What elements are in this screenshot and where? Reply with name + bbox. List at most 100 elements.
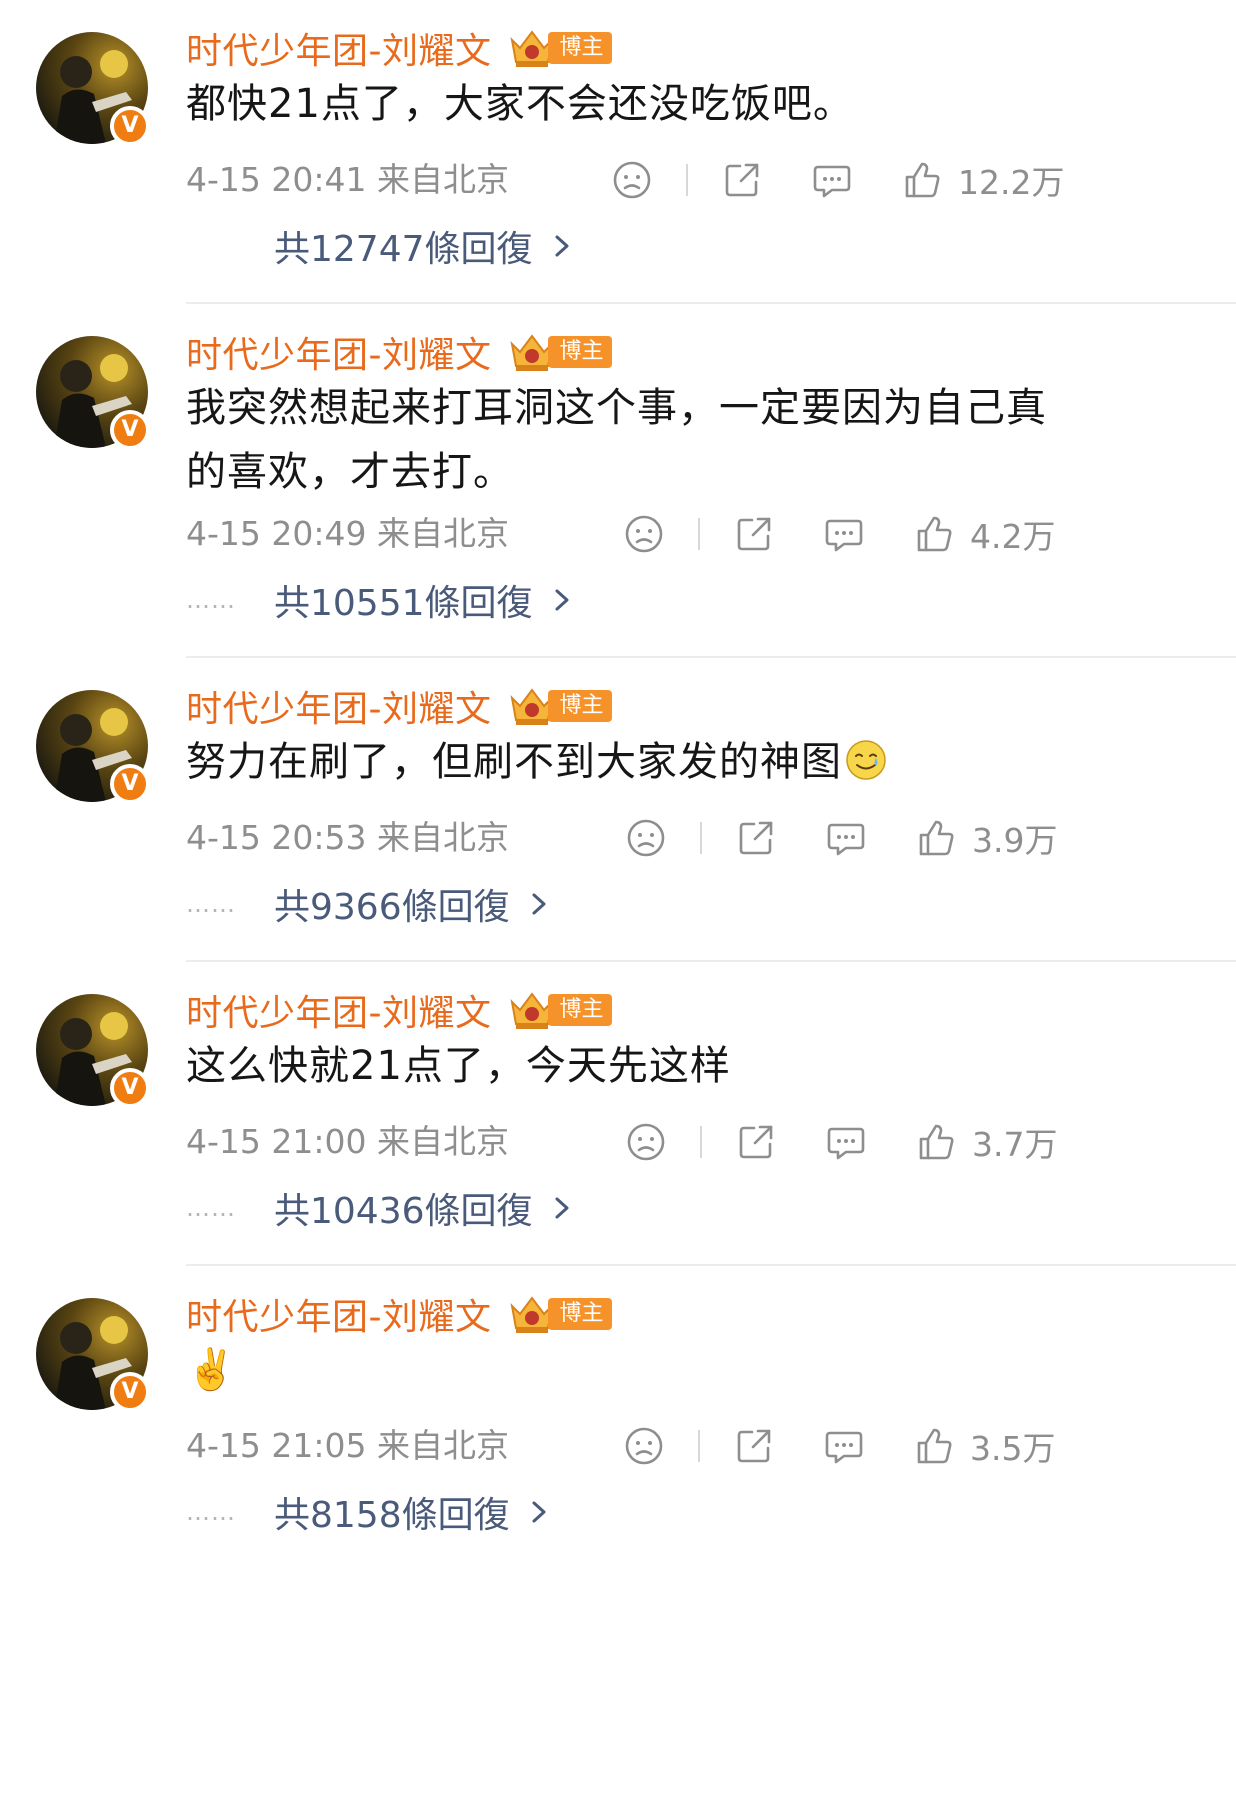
comment-icon[interactable] <box>810 158 854 202</box>
timestamp: 4-15 20:49 来自北京 <box>186 514 509 553</box>
thumbs-up-icon <box>919 1124 954 1160</box>
dislike-face-icon[interactable] <box>610 158 654 202</box>
username[interactable]: 时代少年团-刘耀文 <box>186 680 492 732</box>
replies-row: …… 共10436條回復 <box>186 1180 573 1236</box>
avatar[interactable]: V <box>36 994 150 1108</box>
comment-text: 努力在刷了，但刷不到大家发的神图 <box>186 739 842 785</box>
chevron-right-icon <box>555 235 569 257</box>
share-icon[interactable] <box>732 512 776 556</box>
badge-label: 博主 <box>547 994 612 1026</box>
like-count: 12.2万 <box>958 163 1065 202</box>
like-button[interactable]: 3.9万 <box>914 808 1057 868</box>
separator <box>186 1264 1236 1266</box>
action-divider <box>698 518 700 550</box>
comment-icon[interactable] <box>824 816 868 860</box>
replies-row: …… 共8158條回復 <box>186 1484 550 1540</box>
dots: …… <box>186 586 236 614</box>
like-button[interactable]: 3.5万 <box>912 1416 1055 1476</box>
meta-row: 4-15 21:05 来自北京 3.5万 <box>186 1416 1186 1476</box>
chevron-right-icon <box>532 1501 546 1523</box>
dots: …… <box>186 1498 236 1526</box>
badge-label: 博主 <box>547 32 612 64</box>
blogger-badge: 博主 <box>506 332 612 372</box>
replies-row: …… 共10551條回復 <box>186 572 573 628</box>
name-row: 时代少年团-刘耀文 博主 <box>186 22 612 74</box>
like-count: 3.9万 <box>972 821 1058 860</box>
thumbs-up-icon <box>919 820 954 856</box>
action-divider <box>686 164 688 196</box>
dislike-face-icon[interactable] <box>624 1120 668 1164</box>
blogger-badge: 博主 <box>506 686 612 726</box>
like-button[interactable]: 12.2万 <box>900 150 1064 210</box>
smiling-face-with-tear-icon <box>846 740 886 780</box>
meta-row: 4-15 20:53 来自北京 3.9万 <box>186 808 1186 868</box>
timestamp: 4-15 20:53 来自北京 <box>186 818 509 857</box>
comment-icon[interactable] <box>822 512 866 556</box>
badge-label: 博主 <box>547 1298 612 1330</box>
action-divider <box>700 1126 702 1158</box>
dislike-face-icon[interactable] <box>624 816 668 860</box>
avatar[interactable]: V <box>36 32 150 146</box>
verified-badge-icon: V <box>110 410 150 450</box>
dislike-face-icon[interactable] <box>622 1424 666 1468</box>
avatar[interactable]: V <box>36 336 150 450</box>
dots: …… <box>186 1194 236 1222</box>
blogger-badge: 博主 <box>506 1294 612 1334</box>
verified-badge-icon: V <box>110 1068 150 1108</box>
name-row: 时代少年团-刘耀文 博主 <box>186 1288 612 1340</box>
timestamp: 4-15 21:00 来自北京 <box>186 1122 509 1161</box>
like-count: 3.5万 <box>970 1429 1056 1468</box>
blogger-badge: 博主 <box>506 28 612 68</box>
avatar[interactable]: V <box>36 690 150 804</box>
verified-badge-icon: V <box>110 764 150 804</box>
badge-label: 博主 <box>547 690 612 722</box>
replies-row: …… 共9366條回復 <box>186 876 550 932</box>
meta-row: 4-15 21:00 来自北京 3.7万 <box>186 1112 1186 1172</box>
comment-icon[interactable] <box>822 1424 866 1468</box>
username[interactable]: 时代少年团-刘耀文 <box>186 22 492 74</box>
share-icon[interactable] <box>732 1424 776 1468</box>
chevron-right-icon <box>532 893 546 915</box>
comment-text: 都快21点了，大家不会还没吃饭吧。 <box>186 81 854 127</box>
username[interactable]: 时代少年团-刘耀文 <box>186 1288 492 1340</box>
name-row: 时代少年团-刘耀文 博主 <box>186 326 612 378</box>
comment-icon[interactable] <box>824 1120 868 1164</box>
comment-text: 这么快就21点了，今天先这样 <box>186 1043 731 1089</box>
replies-link[interactable]: 共12747條回復 <box>274 220 533 272</box>
separator <box>186 960 1236 962</box>
replies-link[interactable]: 共10551條回復 <box>274 574 533 626</box>
separator <box>186 656 1236 658</box>
like-button[interactable]: 3.7万 <box>914 1112 1057 1172</box>
like-button[interactable]: 4.2万 <box>912 504 1055 564</box>
username[interactable]: 时代少年团-刘耀文 <box>186 984 492 1036</box>
like-count: 3.7万 <box>972 1125 1058 1164</box>
verified-badge-icon: V <box>110 1372 150 1412</box>
chevron-right-icon <box>555 1197 569 1219</box>
dots: …… <box>186 890 236 918</box>
replies-link[interactable]: 共10436條回復 <box>274 1182 533 1234</box>
comment-text: 我突然想起来打耳洞这个事，一定要因为自己真的喜欢，才去打。 <box>186 385 1047 495</box>
action-divider <box>700 822 702 854</box>
replies-row: 共12747條回復 <box>186 218 573 274</box>
replies-link[interactable]: 共8158條回復 <box>274 1486 510 1538</box>
name-row: 时代少年团-刘耀文 博主 <box>186 984 612 1036</box>
share-icon[interactable] <box>720 158 764 202</box>
replies-link[interactable]: 共9366條回復 <box>274 878 510 930</box>
separator <box>186 302 1236 304</box>
meta-row: 4-15 20:41 来自北京 12.2万 <box>186 150 1186 210</box>
badge-label: 博主 <box>547 336 612 368</box>
timestamp: 4-15 20:41 来自北京 <box>186 160 509 199</box>
dislike-face-icon[interactable] <box>622 512 666 556</box>
comment-feed: V 时代少年团-刘耀文 博主 都快21点了，大家不会还没吃饭吧。 4-15 20… <box>0 0 1236 1800</box>
share-icon[interactable] <box>734 1120 778 1164</box>
thumbs-up-icon <box>917 516 952 552</box>
verified-badge-icon: V <box>110 106 150 146</box>
share-icon[interactable] <box>734 816 778 860</box>
thumbs-up-icon <box>917 1428 952 1464</box>
thumbs-up-icon <box>905 162 940 198</box>
username[interactable]: 时代少年团-刘耀文 <box>186 326 492 378</box>
blogger-badge: 博主 <box>506 990 612 1030</box>
meta-row: 4-15 20:49 来自北京 4.2万 <box>186 504 1186 564</box>
action-divider <box>698 1430 700 1462</box>
avatar[interactable]: V <box>36 1298 150 1412</box>
